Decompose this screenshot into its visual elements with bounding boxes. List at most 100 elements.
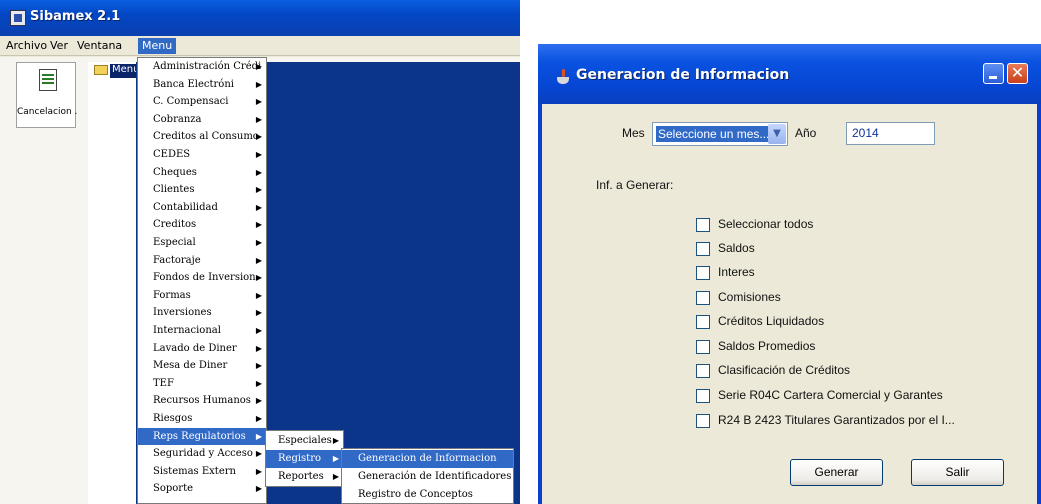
- menu-item-cedes[interactable]: CEDES ▶: [138, 146, 266, 164]
- menu-item-label: Sistemas Extern: [153, 465, 236, 477]
- checkbox-box[interactable]: [696, 340, 710, 354]
- menu-item-inversiones[interactable]: Inversiones ▶: [138, 304, 266, 322]
- submenu-arrow-icon: ▶: [255, 255, 262, 265]
- menu-item-label: Creditos al Consumo: [153, 131, 259, 143]
- java-icon: [556, 69, 570, 85]
- sibamex-title-bar: Sibamex 2.1: [0, 0, 520, 36]
- menu-item-seguridad[interactable]: Seguridad y Acceso ▶: [138, 445, 266, 463]
- menubar-ver[interactable]: Ver: [46, 38, 72, 54]
- submenu-item-generacion-informacion[interactable]: Generacion de Informacion: [342, 450, 513, 468]
- checkbox-box[interactable]: [696, 414, 710, 428]
- menu-item-especial[interactable]: Especial ▶: [138, 234, 266, 252]
- menu-item-label: CEDES: [153, 149, 191, 160]
- menu-item-label: Cheques: [153, 166, 197, 178]
- menu-item-label: TEF: [153, 377, 174, 389]
- menu-item-compensacion[interactable]: C. Compensaci ▶: [138, 93, 266, 111]
- checkbox-box[interactable]: [696, 242, 710, 256]
- menubar-menu[interactable]: Menu: [138, 38, 177, 54]
- menu-item-label: Reportes: [278, 471, 324, 482]
- menu-item-riesgos[interactable]: Riesgos ▶: [138, 410, 266, 428]
- menu-item-label: Mesa de Diner: [153, 360, 228, 372]
- app-icon: [10, 10, 26, 26]
- menu-bar: Archivo Ver Ventana Menu: [0, 36, 520, 56]
- menu-item-label: Creditos: [153, 219, 197, 231]
- submenu-item-registro-conceptos[interactable]: Registro de Conceptos: [342, 486, 513, 504]
- menu-item-label: C. Compensaci: [153, 96, 229, 108]
- menu-item-soporte[interactable]: Soporte ▶: [138, 480, 266, 498]
- menu-item-creditos-consumo[interactable]: Creditos al Consumo ▶: [138, 128, 266, 146]
- checkbox-label: Seleccionar todos: [718, 217, 814, 231]
- menu-item-label: Registro de Conceptos: [358, 489, 473, 500]
- submenu-arrow-icon: ▶: [255, 466, 262, 476]
- checkbox-label: Serie R04C Cartera Comercial y Garantes: [718, 388, 943, 402]
- submenu-arrow-icon: ▶: [255, 150, 262, 159]
- menu-item-cheques[interactable]: Cheques ▶: [138, 164, 266, 182]
- chevron-down-icon[interactable]: ▼: [768, 124, 786, 144]
- checkbox-box[interactable]: [696, 218, 710, 232]
- menu-item-cobranza[interactable]: Cobranza ▶: [138, 111, 266, 129]
- submenu-arrow-icon: ▶: [255, 97, 262, 107]
- menubar-ventana[interactable]: Ventana: [73, 38, 126, 54]
- submenu-arrow-icon: ▶: [255, 414, 262, 423]
- registro-submenu: Generacion de Informacion Generación de …: [341, 448, 514, 504]
- menu-item-label: Seguridad y Acceso: [153, 448, 253, 460]
- submenu-item-reportes[interactable]: Reportes ▶: [266, 468, 343, 486]
- menu-item-fondos[interactable]: Fondos de Inversion ▶: [138, 269, 266, 287]
- menu-item-recursos[interactable]: Recursos Humanos ▶: [138, 392, 266, 410]
- menu-item-label: Lavado de Diner: [153, 342, 237, 354]
- menu-item-label: Registro: [278, 453, 321, 464]
- folder-icon: [94, 65, 108, 75]
- close-button[interactable]: ✕: [1007, 63, 1028, 84]
- checkbox-label: Clasificación de Créditos: [718, 363, 851, 377]
- minimize-button[interactable]: [983, 63, 1004, 84]
- menu-item-reps-regulatorios[interactable]: Reps Regulatorios ▶: [138, 427, 266, 446]
- menu-item-mesa[interactable]: Mesa de Diner ▶: [138, 357, 266, 375]
- menu-item-administracion[interactable]: Administración Crédi ▶: [138, 58, 266, 76]
- submenu-item-especiales[interactable]: Especiales ▶: [266, 432, 343, 450]
- menu-item-clientes[interactable]: Clientes ▶: [138, 181, 266, 199]
- menu-item-formas[interactable]: Formas ▶: [138, 287, 266, 305]
- submenu-arrow-icon: ▶: [255, 326, 262, 335]
- reps-submenu: Especiales ▶ Registro ▶ Reportes ▶: [265, 430, 344, 487]
- checkbox-label: R24 B 2423 Titulares Garantizados por el…: [718, 413, 955, 427]
- submenu-item-generacion-identificadores[interactable]: Generación de Identificadores: [342, 468, 513, 486]
- document-icon: [39, 69, 57, 91]
- salir-button[interactable]: Salir: [911, 459, 1004, 486]
- menu-item-contabilidad[interactable]: Contabilidad ▶: [138, 199, 266, 217]
- menu-item-label: Internacional: [153, 325, 221, 336]
- mes-label: Mes: [622, 126, 645, 140]
- menubar-archivo[interactable]: Archivo: [2, 38, 51, 54]
- menu-item-lavado[interactable]: Lavado de Diner ▶: [138, 340, 266, 358]
- menu-item-tef[interactable]: TEF ▶: [138, 375, 266, 393]
- menu-item-label: Banca Electróni: [153, 78, 234, 90]
- menu-item-label: Generacion de Informacion: [358, 453, 497, 464]
- ano-input[interactable]: 2014: [846, 122, 935, 145]
- checkbox-box[interactable]: [696, 315, 710, 329]
- menu-item-factoraje[interactable]: Factoraje ▶: [138, 252, 266, 270]
- submenu-arrow-icon: ▶: [255, 114, 262, 124]
- dialog-body: Mes Seleccione un mes... ▼ Año 2014 Inf.…: [542, 104, 1037, 504]
- checkbox-box[interactable]: [696, 364, 710, 378]
- submenu-arrow-icon: ▶: [255, 449, 262, 459]
- menu-item-creditos[interactable]: Creditos ▶: [138, 216, 266, 234]
- submenu-arrow-icon: ▶: [255, 167, 262, 177]
- menu-item-label: Reps Regulatorios: [153, 430, 246, 442]
- main-menu: Administración Crédi ▶ Banca Electróni ▶ C…: [137, 57, 267, 504]
- submenu-arrow-icon: ▶: [332, 472, 339, 481]
- submenu-arrow-icon: ▶: [255, 484, 262, 494]
- generar-button[interactable]: Generar: [790, 459, 883, 486]
- submenu-arrow-icon: ▶: [255, 132, 262, 142]
- submenu-arrow-icon: ▶: [255, 343, 262, 353]
- menu-item-label: Especiales: [278, 435, 332, 446]
- checkbox-box[interactable]: [696, 266, 710, 280]
- menu-item-sistemas[interactable]: Sistemas Extern ▶: [138, 463, 266, 481]
- menu-item-label: Especial: [153, 237, 196, 248]
- checkbox-box[interactable]: [696, 291, 710, 305]
- menu-item-banca[interactable]: Banca Electróni ▶: [138, 76, 266, 94]
- mes-select[interactable]: Seleccione un mes... ▼: [652, 122, 788, 146]
- checkbox-box[interactable]: [696, 389, 710, 403]
- menu-item-internacional[interactable]: Internacional ▶: [138, 322, 266, 340]
- submenu-arrow-icon: ▶: [255, 62, 262, 71]
- submenu-item-registro[interactable]: Registro ▶: [266, 450, 343, 468]
- shortcut-cancelacion[interactable]: Cancelacion ...: [16, 62, 77, 128]
